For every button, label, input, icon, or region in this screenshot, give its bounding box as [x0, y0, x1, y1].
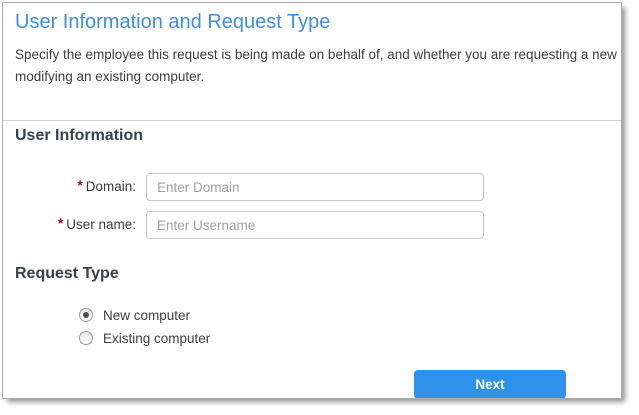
form-panel: User Information and Request Type Specif… [2, 2, 622, 399]
existing-computer-radio-label[interactable]: Existing computer [103, 331, 210, 346]
radio-option-new-computer[interactable]: New computer [79, 307, 190, 323]
domain-input[interactable] [146, 173, 484, 201]
existing-computer-radio[interactable] [79, 331, 93, 345]
username-label: *User name: [15, 211, 136, 239]
domain-label: * Domain: [15, 173, 136, 201]
page-title: User Information and Request Type [15, 11, 330, 34]
user-information-heading: User Information [15, 127, 143, 145]
radio-option-existing-computer[interactable]: Existing computer [79, 330, 210, 346]
next-button[interactable]: Next [414, 370, 566, 399]
description-line-1: Specify the employee this request is bei… [15, 44, 622, 66]
request-type-heading: Request Type [15, 265, 119, 283]
section-divider [3, 120, 621, 121]
username-label-text: User name: [66, 217, 136, 232]
page-description: Specify the employee this request is bei… [15, 44, 622, 88]
new-computer-radio[interactable] [79, 308, 93, 322]
username-input[interactable] [146, 211, 484, 239]
required-asterisk: * [58, 216, 63, 231]
new-computer-radio-label[interactable]: New computer [103, 308, 190, 323]
description-line-2: modifying an existing computer. [15, 66, 622, 88]
domain-label-text: Domain: [86, 179, 136, 194]
required-asterisk: * [77, 178, 82, 193]
